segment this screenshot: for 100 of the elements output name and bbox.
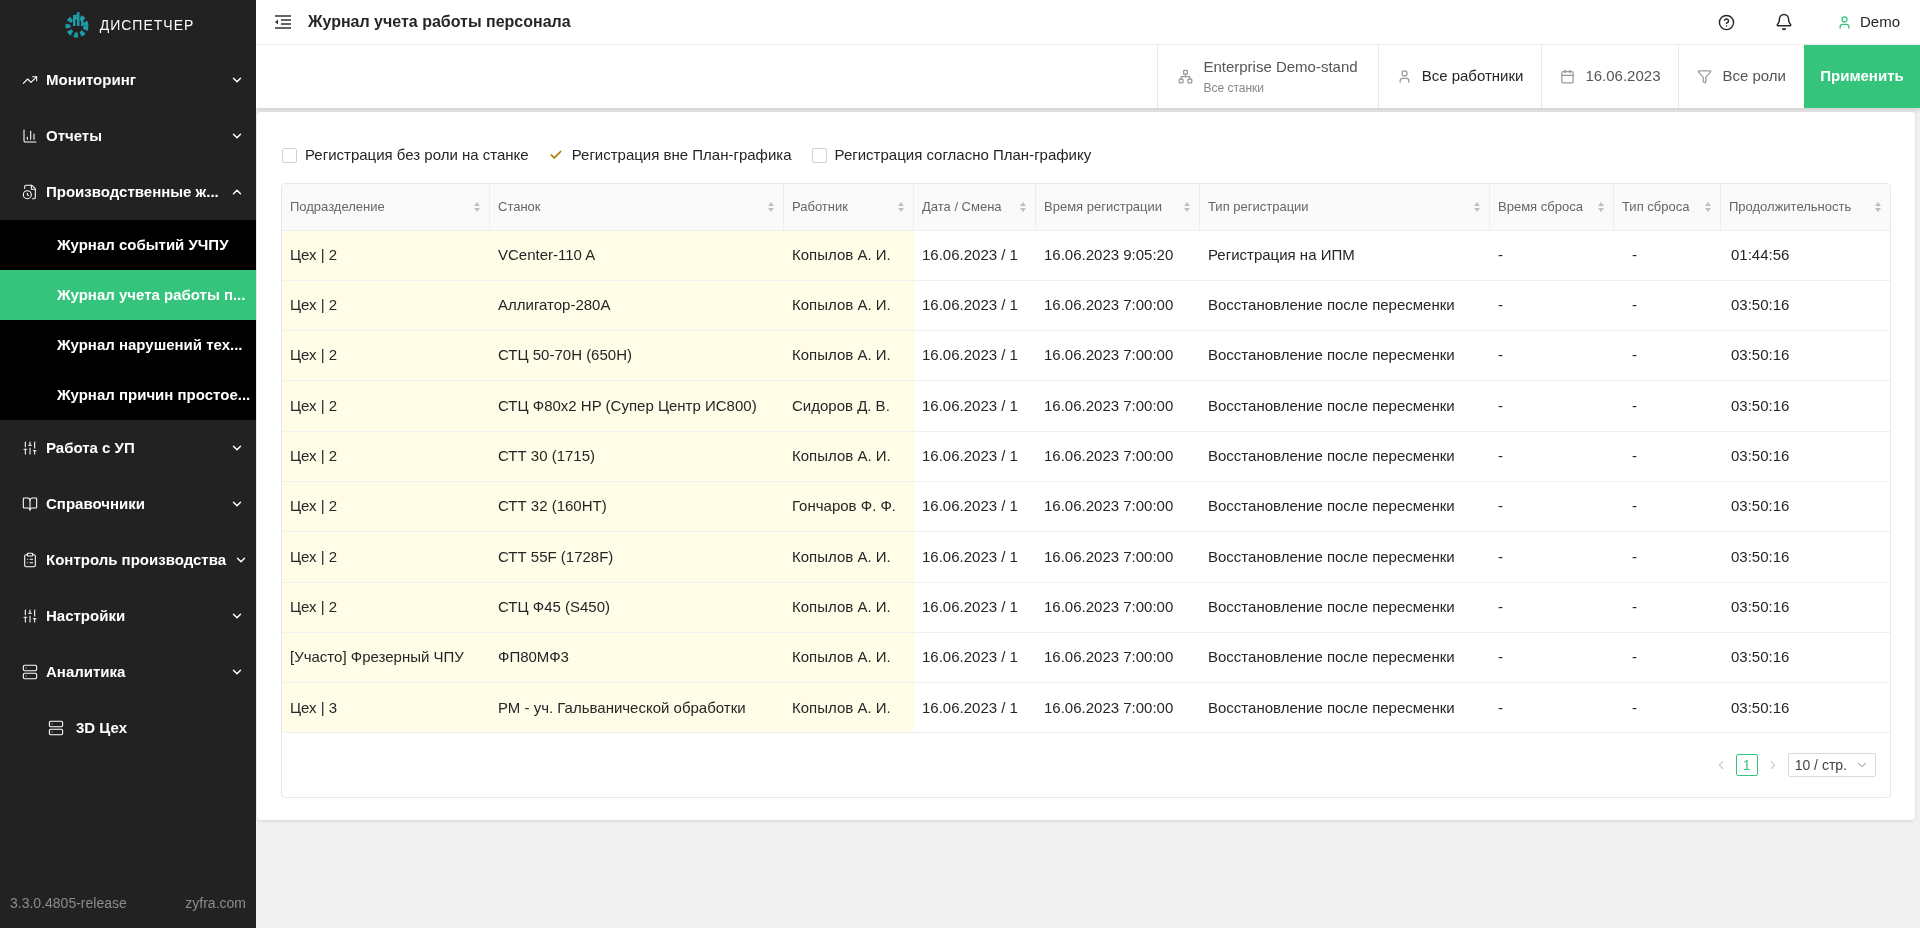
- column-header[interactable]: Станок: [490, 183, 784, 230]
- sort-icon[interactable]: [767, 200, 775, 213]
- table-cell-text: 03:50:16: [1730, 446, 1791, 467]
- table-cell: [Участо] Фрезерный ЧПУ: [282, 632, 490, 683]
- sidebar-item[interactable]: Аналитика: [0, 644, 256, 700]
- table-cell-text: -: [1497, 596, 1504, 617]
- table-cell: Копылов А. И.: [784, 331, 914, 381]
- machines-label: Все станки: [1203, 79, 1266, 97]
- table-cell-text: 03:50:16: [1730, 395, 1791, 416]
- sliders-icon: [22, 440, 38, 456]
- table-cell: Копылов А. И.: [784, 582, 914, 632]
- column-header[interactable]: Тип регистрации: [1200, 183, 1490, 230]
- sort-icon[interactable]: [1704, 200, 1712, 213]
- table-cell: Цех | 2: [282, 431, 490, 481]
- table-cell: Копылов А. И.: [784, 683, 914, 733]
- table-cell-text: 16.06.2023 7:00:00: [1043, 596, 1175, 617]
- table-cell-text: -: [1497, 244, 1504, 265]
- table-cell: СТТ 55F (1728F): [490, 532, 784, 582]
- column-header[interactable]: Работник: [784, 183, 914, 230]
- sidebar-item[interactable]: Мониторинг: [0, 52, 256, 108]
- submenu-item[interactable]: Журнал причин простое...: [0, 370, 256, 420]
- sort-icon[interactable]: [1183, 200, 1191, 213]
- page-size-select[interactable]: 10 / стр.: [1787, 753, 1876, 778]
- user-icon: [1837, 14, 1852, 30]
- table-cell: Копылов А. И.: [784, 230, 914, 280]
- table-cell: Копылов А. И.: [784, 632, 914, 683]
- table-cell-text: 03:50:16: [1730, 496, 1791, 517]
- sliders-icon: [22, 608, 38, 624]
- table-cell-text: 03:50:16: [1730, 647, 1791, 668]
- date-filter[interactable]: 16.06.2023: [1541, 45, 1679, 108]
- sort-icon[interactable]: [473, 200, 481, 213]
- sidebar-item[interactable]: Производственные ж...: [0, 164, 256, 220]
- checkbox[interactable]: [282, 147, 297, 163]
- table-cell-text: 16.06.2023 7:00:00: [1043, 697, 1175, 718]
- checkbox[interactable]: [811, 147, 827, 163]
- sidebar-item[interactable]: 3D Цех: [0, 700, 256, 756]
- table-cell: VCenter-110 A: [490, 230, 784, 280]
- table-cell-text: Восстановление после пересменки: [1207, 647, 1456, 668]
- table-cell-text: 03:50:16: [1730, 697, 1791, 718]
- sidebar-item[interactable]: Настройки: [0, 588, 256, 644]
- sort-icon[interactable]: [1473, 200, 1481, 213]
- column-header[interactable]: Время регистрации: [1036, 183, 1200, 230]
- table-cell-text: -: [1631, 295, 1638, 316]
- table-cell-text: 16.06.2023 / 1: [921, 244, 1019, 265]
- column-header[interactable]: Дата / Смена: [914, 183, 1036, 230]
- sidebar-item[interactable]: Контроль производства: [0, 532, 256, 588]
- table-cell: СТТ 32 (160НТ): [490, 482, 784, 532]
- table-cell-text: 16.06.2023 7:00:00: [1043, 345, 1175, 366]
- table-cell-text: -: [1497, 345, 1504, 366]
- submenu-item[interactable]: Журнал нарушений тех...: [0, 320, 256, 370]
- table-cell: Цех | 2: [282, 381, 490, 431]
- table-cell-text: Регистрация на ИПМ: [1207, 244, 1356, 265]
- table-cell-text: -: [1631, 596, 1638, 617]
- column-header[interactable]: Подразделение: [282, 183, 490, 230]
- table-cell-text: 03:50:16: [1730, 345, 1791, 366]
- clipboard-icon: [22, 552, 38, 568]
- table-cell-text: 16.06.2023 / 1: [921, 647, 1019, 668]
- table-cell-text: -: [1631, 546, 1638, 567]
- table-cell-text: -: [1497, 697, 1504, 718]
- table-cell-text: 16.06.2023 7:00:00: [1043, 446, 1175, 467]
- site-link[interactable]: zyfra.com: [185, 892, 246, 914]
- column-header[interactable]: Время сброса: [1490, 183, 1614, 230]
- checkbox-label: Регистрация вне План-графика: [571, 145, 792, 165]
- table-cell-text: -: [1631, 345, 1638, 366]
- sort-icon[interactable]: [1019, 200, 1027, 213]
- table-cell-text: -: [1631, 496, 1638, 517]
- table-cell-text: 16.06.2023 7:00:00: [1043, 496, 1175, 517]
- sort-icon[interactable]: [897, 200, 905, 213]
- help-icon[interactable]: [1718, 13, 1735, 31]
- column-header[interactable]: Тип сброса: [1614, 183, 1721, 230]
- enterprise-filter[interactable]: Enterprise Demo-stand Все станки: [1157, 45, 1378, 108]
- table-cell-text: 16.06.2023 9:05:20: [1043, 244, 1175, 265]
- enterprise-name: Enterprise Demo-stand: [1203, 57, 1358, 78]
- table-cell-text: 16.06.2023 / 1: [921, 345, 1019, 366]
- workers-filter[interactable]: Все работники: [1377, 45, 1542, 108]
- version-text: 3.3.0.4805-release: [10, 893, 127, 913]
- table-cell-text: -: [1631, 697, 1638, 718]
- bell-icon[interactable]: [1775, 13, 1793, 31]
- table-cell-text: 16.06.2023 / 1: [921, 697, 1019, 718]
- table-cell-text: 16.06.2023 / 1: [921, 596, 1019, 617]
- table-cell-text: 16.06.2023 / 1: [921, 395, 1019, 416]
- document-icon: [22, 184, 38, 200]
- table-cell-text: 16.06.2023 / 1: [921, 496, 1019, 517]
- collapse-menu-icon[interactable]: [274, 15, 292, 29]
- table-cell: Цех | 2: [282, 582, 490, 632]
- sidebar-item[interactable]: Работа с УП: [0, 420, 256, 476]
- user-menu[interactable]: Demo: [1837, 10, 1900, 34]
- sort-icon[interactable]: [1597, 200, 1605, 213]
- sidebar-item[interactable]: Справочники: [0, 476, 256, 532]
- submenu-item[interactable]: Журнал событий УЧПУ: [0, 220, 256, 270]
- table-cell-text: 16.06.2023 / 1: [921, 446, 1019, 467]
- checkbox-label: Регистрация согласно План-графику: [834, 145, 1092, 165]
- table-cell-text: 16.06.2023 / 1: [921, 546, 1019, 567]
- table-cell-text: Восстановление после пересменки: [1207, 496, 1456, 517]
- sort-icon[interactable]: [1874, 200, 1882, 213]
- sidebar-item[interactable]: Отчеты: [0, 108, 256, 164]
- table-cell-text: -: [1497, 295, 1504, 316]
- table-cell: Сидоров Д. В.: [784, 381, 914, 431]
- column-header[interactable]: Продолжительность: [1721, 183, 1890, 230]
- table-cell: Аллигатор-280А: [490, 280, 784, 331]
